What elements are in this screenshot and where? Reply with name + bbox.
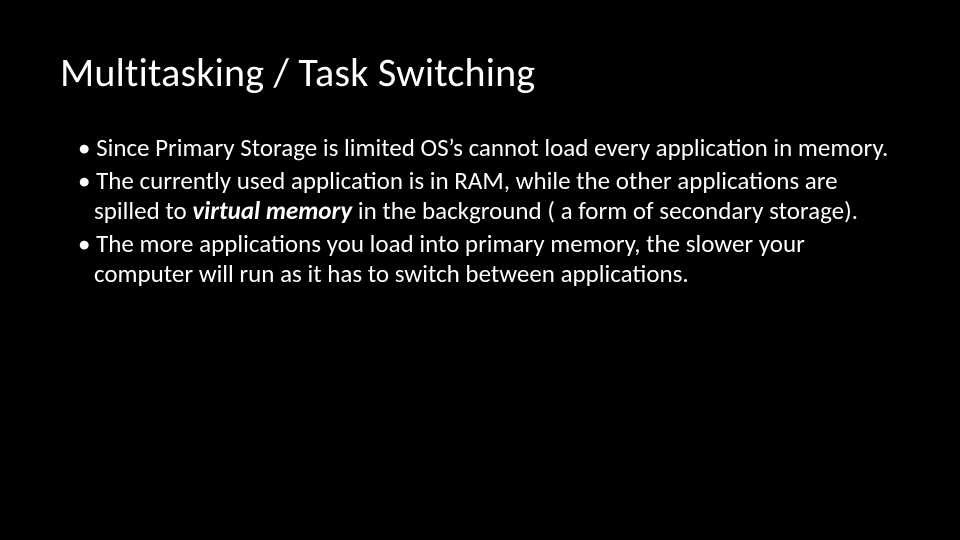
slide-title: Multitasking / Task Switching (60, 48, 900, 97)
bullet-item: Since Primary Storage is limited OS’s ca… (60, 133, 900, 164)
bullet-text: Since Primary Storage is limited OS’s ca… (96, 132, 888, 163)
bullet-text-post: in the background ( a form of secondary … (352, 195, 858, 226)
bullet-text: The more applications you load into prim… (94, 228, 805, 290)
bullet-emphasis: virtual memory (192, 195, 352, 226)
bullet-item: The currently used application is in RAM… (60, 166, 900, 227)
slide-body: Since Primary Storage is limited OS’s ca… (60, 133, 900, 290)
bullet-item: The more applications you load into prim… (60, 229, 900, 290)
slide: Multitasking / Task Switching Since Prim… (0, 0, 960, 540)
